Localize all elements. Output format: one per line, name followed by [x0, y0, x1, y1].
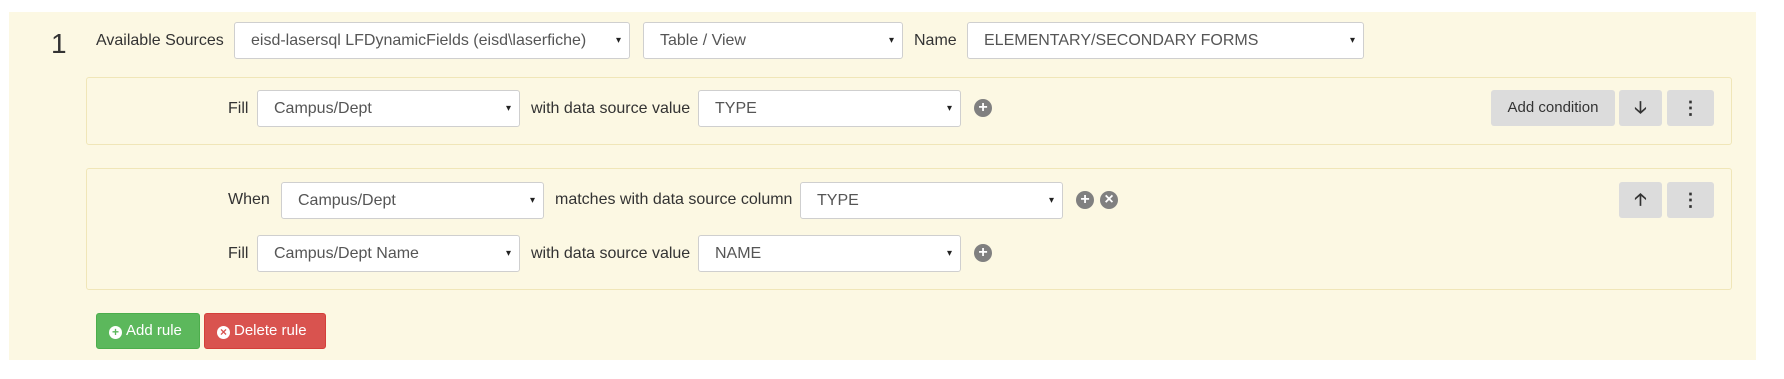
- name-select-value: ELEMENTARY/SECONDARY FORMS: [984, 32, 1259, 49]
- rule-number: 1: [51, 28, 67, 59]
- add-fill-icon[interactable]: +: [974, 244, 992, 262]
- matches-column-select[interactable]: TYPE ▾: [800, 182, 1063, 219]
- arrow-up-icon: 🡡: [1634, 190, 1647, 209]
- when-field-value: Campus/Dept: [298, 192, 396, 209]
- add-rule-button[interactable]: + Add rule: [96, 313, 200, 349]
- delete-rule-button[interactable]: × Delete rule: [204, 313, 326, 349]
- fill-field-select[interactable]: Campus/Dept ▾: [257, 90, 520, 127]
- add-fill-icon[interactable]: +: [974, 99, 992, 117]
- fill-label: Fill: [228, 245, 249, 262]
- chevron-down-icon: ▾: [505, 248, 511, 259]
- chevron-down-icon: ▾: [946, 248, 952, 259]
- condition-fill-column-select[interactable]: NAME ▾: [698, 235, 961, 272]
- add-condition-button[interactable]: Add condition: [1491, 90, 1615, 126]
- fill-column-value: TYPE: [715, 100, 757, 117]
- chevron-down-icon: ▾: [529, 195, 535, 206]
- chevron-down-icon: ▾: [946, 103, 952, 114]
- fill-field-value: Campus/Dept: [274, 100, 372, 117]
- condition-fill-column-value: NAME: [715, 245, 762, 262]
- condition-fill-field-value: Campus/Dept Name: [274, 245, 419, 262]
- with-data-source-value-label: with data source value: [531, 100, 691, 117]
- chevron-down-icon: ▾: [1048, 195, 1054, 206]
- name-select[interactable]: ELEMENTARY/SECONDARY FORMS ▾: [967, 22, 1364, 59]
- delete-rule-label: Delete rule: [234, 322, 307, 339]
- more-options-button[interactable]: ⋮: [1667, 90, 1714, 126]
- available-sources-label: Available Sources: [96, 32, 224, 49]
- chevron-down-icon: ▾: [1349, 35, 1355, 46]
- move-down-button[interactable]: 🡣: [1619, 90, 1662, 126]
- matches-column-label: matches with data source column: [555, 191, 793, 208]
- add-rule-label: Add rule: [126, 322, 182, 339]
- fill-label: Fill: [228, 100, 249, 117]
- source-select-value: eisd-lasersql LFDynamicFields (eisd\lase…: [251, 32, 587, 49]
- fill-column-select[interactable]: TYPE ▾: [698, 90, 961, 127]
- when-field-select[interactable]: Campus/Dept ▾: [281, 182, 544, 219]
- chevron-down-icon: ▾: [615, 35, 621, 46]
- matches-column-value: TYPE: [817, 192, 859, 209]
- when-label: When: [228, 191, 270, 208]
- close-circle-icon: ×: [217, 326, 230, 339]
- source-select[interactable]: eisd-lasersql LFDynamicFields (eisd\lase…: [234, 22, 630, 59]
- kebab-menu-icon: ⋮: [1681, 190, 1700, 210]
- plus-circle-icon: +: [109, 326, 122, 339]
- condition-fill-field-select[interactable]: Campus/Dept Name ▾: [257, 235, 520, 272]
- chevron-down-icon: ▾: [888, 35, 894, 46]
- remove-condition-icon[interactable]: ×: [1100, 191, 1118, 209]
- add-condition-icon[interactable]: +: [1076, 191, 1094, 209]
- more-options-button[interactable]: ⋮: [1667, 182, 1714, 218]
- object-type-select[interactable]: Table / View ▾: [643, 22, 903, 59]
- object-type-value: Table / View: [660, 32, 746, 49]
- name-label: Name: [914, 32, 957, 49]
- arrow-down-icon: 🡣: [1634, 98, 1647, 117]
- with-data-source-value-label: with data source value: [531, 245, 691, 262]
- chevron-down-icon: ▾: [505, 103, 511, 114]
- kebab-menu-icon: ⋮: [1681, 98, 1700, 118]
- move-up-button[interactable]: 🡡: [1619, 182, 1662, 218]
